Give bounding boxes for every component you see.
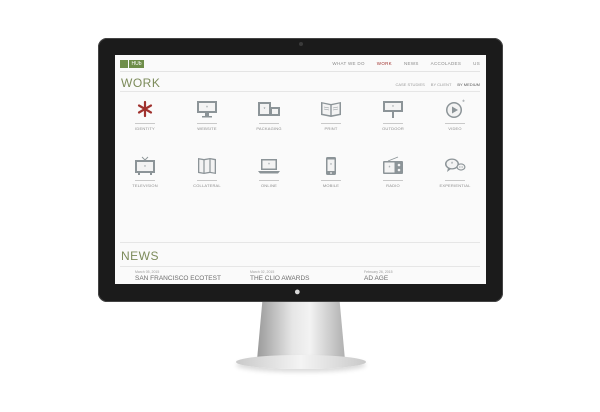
svg-text:*: * — [264, 107, 266, 113]
news-title[interactable]: SAN FRANCISCO ECOTEST — [135, 275, 245, 282]
apple-logo-icon: ● — [294, 286, 301, 298]
work-item-label: PACKAGING — [256, 126, 282, 131]
item-divider — [135, 123, 155, 124]
work-item-experiential[interactable]: * EXPERIENTIAL — [425, 156, 485, 188]
news-item[interactable]: March 05, 2015 SAN FRANCISCO ECOTEST — [135, 270, 245, 282]
main-nav: WHAT WE DO WORK NEWS ACCOLADES US — [332, 61, 480, 66]
svg-text:*: * — [144, 165, 146, 171]
divider — [120, 266, 480, 267]
monitor-base — [236, 355, 366, 369]
item-divider — [383, 180, 403, 181]
work-item-video[interactable]: * VIDEO — [425, 99, 485, 131]
top-bar: HUb WHAT WE DO WORK NEWS ACCOLADES US — [120, 59, 480, 71]
news-date: March 02, 2015 — [250, 270, 275, 274]
work-item-identity[interactable]: IDENTITY — [115, 99, 175, 131]
phone-icon: * — [319, 156, 343, 176]
work-item-mobile[interactable]: * MOBILE — [301, 156, 361, 188]
section-title-news: NEWS — [121, 249, 159, 263]
camera — [299, 42, 303, 46]
item-divider — [321, 123, 341, 124]
work-item-label: RADIO — [386, 183, 400, 188]
brand-logo[interactable]: HUb — [120, 60, 144, 68]
svg-text:*: * — [389, 166, 391, 172]
item-divider — [259, 180, 279, 181]
work-item-label: PRINT — [324, 126, 338, 131]
svg-text:*: * — [392, 105, 394, 111]
billboard-icon: * — [381, 99, 405, 119]
news-title[interactable]: AD AGE — [364, 275, 474, 282]
work-item-packaging[interactable]: * PACKAGING — [239, 99, 299, 131]
work-item-website[interactable]: * WEBSITE — [177, 99, 237, 131]
play-icon: * — [443, 99, 467, 119]
work-item-label: TELEVISION — [132, 183, 158, 188]
section-title-work: WORK — [121, 76, 161, 90]
open-book-icon — [319, 99, 343, 119]
item-divider — [445, 180, 465, 181]
work-item-label: WEBSITE — [197, 126, 217, 131]
logo-text: HUb — [129, 60, 144, 68]
item-divider — [321, 180, 341, 181]
nav-us[interactable]: US — [473, 61, 480, 66]
news-item[interactable]: February 26, 2015 AD AGE — [364, 270, 474, 282]
item-divider — [135, 180, 155, 181]
svg-text:*: * — [330, 163, 332, 169]
work-item-label: MOBILE — [322, 183, 340, 188]
brochure-icon — [195, 156, 219, 176]
work-item-collateral[interactable]: COLLATERAL — [177, 156, 237, 188]
monitor-stand — [257, 302, 345, 360]
work-filters: CASE STUDIES BY CLIENT BY MEDIUM — [395, 82, 480, 87]
filter-by-client[interactable]: BY CLIENT — [431, 82, 452, 87]
nav-accolades[interactable]: ACCOLADES — [431, 61, 461, 66]
monitor: HUb WHAT WE DO WORK NEWS ACCOLADES US WO… — [98, 38, 503, 302]
filter-by-medium[interactable]: BY MEDIUM — [457, 82, 480, 87]
work-item-label: EXPERIENTIAL — [439, 183, 471, 188]
nav-work[interactable]: WORK — [377, 61, 392, 66]
work-item-outdoor[interactable]: * OUTDOOR — [363, 99, 423, 131]
news-title[interactable]: THE CLIO AWARDS — [250, 275, 360, 282]
boxes-icon: * — [257, 99, 281, 119]
divider — [120, 91, 480, 92]
item-divider — [445, 123, 465, 124]
nav-what-we-do[interactable]: WHAT WE DO — [332, 61, 364, 66]
laptop-icon: * — [257, 156, 281, 176]
work-item-television[interactable]: * TELEVISION — [115, 156, 175, 188]
divider — [120, 242, 480, 243]
svg-text:*: * — [206, 106, 208, 112]
news-date: February 26, 2015 — [364, 270, 393, 274]
divider — [120, 71, 480, 72]
svg-text:*: * — [462, 100, 465, 107]
work-item-print[interactable]: PRINT — [301, 99, 361, 131]
nav-news[interactable]: NEWS — [404, 61, 419, 66]
logo-square — [120, 60, 128, 68]
item-divider — [259, 123, 279, 124]
work-item-radio[interactable]: * RADIO — [363, 156, 423, 188]
work-item-label: VIDEO — [448, 126, 462, 131]
work-item-label: IDENTITY — [135, 126, 155, 131]
work-item-label: ONLINE — [260, 183, 278, 188]
asterisk-icon — [133, 99, 157, 119]
radio-icon: * — [381, 156, 405, 176]
work-item-online[interactable]: * ONLINE — [239, 156, 299, 188]
monitor-icon: * — [195, 99, 219, 119]
news-date: March 05, 2015 — [135, 270, 160, 274]
item-divider — [383, 123, 403, 124]
item-divider — [197, 123, 217, 124]
news-item[interactable]: March 02, 2015 THE CLIO AWARDS — [250, 270, 360, 282]
item-divider — [197, 180, 217, 181]
work-item-label: COLLATERAL — [193, 183, 221, 188]
chat-bubbles-icon: * — [443, 156, 467, 176]
svg-text:*: * — [268, 163, 270, 169]
filter-case-studies[interactable]: CASE STUDIES — [395, 82, 424, 87]
work-item-label: OUTDOOR — [382, 126, 404, 131]
tv-icon: * — [133, 156, 157, 176]
screen: HUb WHAT WE DO WORK NEWS ACCOLADES US WO… — [115, 55, 486, 284]
